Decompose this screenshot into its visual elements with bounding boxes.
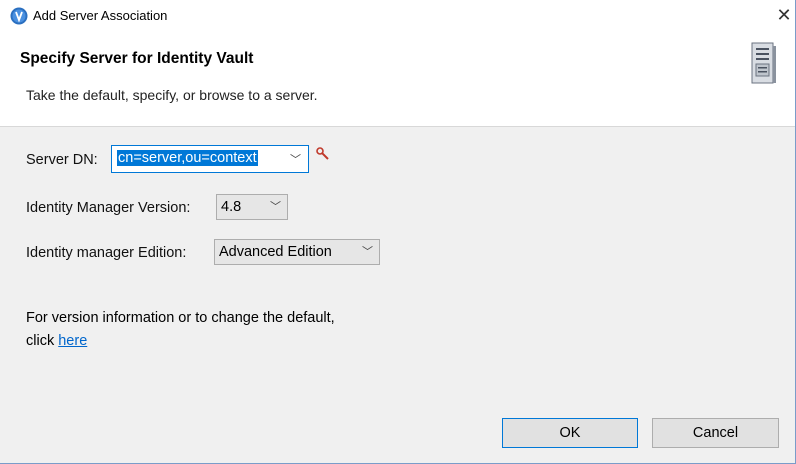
server-dn-combobox[interactable]: cn=server,ou=context ﹀ — [111, 145, 309, 173]
im-edition-value: Advanced Edition — [219, 244, 332, 260]
im-version-label: Identity Manager Version: — [26, 200, 191, 216]
search-icon[interactable] — [316, 147, 330, 161]
im-version-select[interactable]: 4.8 ﹀ — [216, 194, 288, 220]
title-bar: Add Server Association ✕ — [0, 0, 795, 31]
im-edition-select[interactable]: Advanced Edition ﹀ — [214, 239, 380, 265]
server-dn-label: Server DN: — [26, 152, 98, 168]
cancel-button[interactable]: Cancel — [652, 418, 779, 448]
window-title: Add Server Association — [33, 8, 168, 23]
im-edition-label: Identity manager Edition: — [26, 245, 187, 261]
add-server-association-dialog: Add Server Association ✕ Specify Server … — [0, 0, 796, 464]
close-icon: ✕ — [776, 5, 792, 25]
chevron-down-icon: ﹀ — [270, 201, 281, 213]
page-title: Specify Server for Identity Vault — [20, 50, 254, 67]
im-version-value: 4.8 — [221, 199, 242, 215]
server-dn-value[interactable]: cn=server,ou=context — [117, 150, 258, 166]
version-info-text: For version information or to change the… — [26, 307, 346, 353]
chevron-down-icon: ﹀ — [362, 246, 373, 258]
ok-button[interactable]: OK — [502, 418, 638, 448]
header-banner: Specify Server for Identity Vault Take t… — [0, 31, 795, 127]
app-icon — [10, 7, 28, 25]
server-icon — [751, 42, 776, 84]
chevron-down-icon[interactable]: ﹀ — [290, 151, 301, 167]
close-button[interactable]: ✕ — [773, 4, 795, 26]
page-description: Take the default, specify, or browse to … — [26, 87, 318, 103]
here-link[interactable]: here — [58, 333, 87, 349]
